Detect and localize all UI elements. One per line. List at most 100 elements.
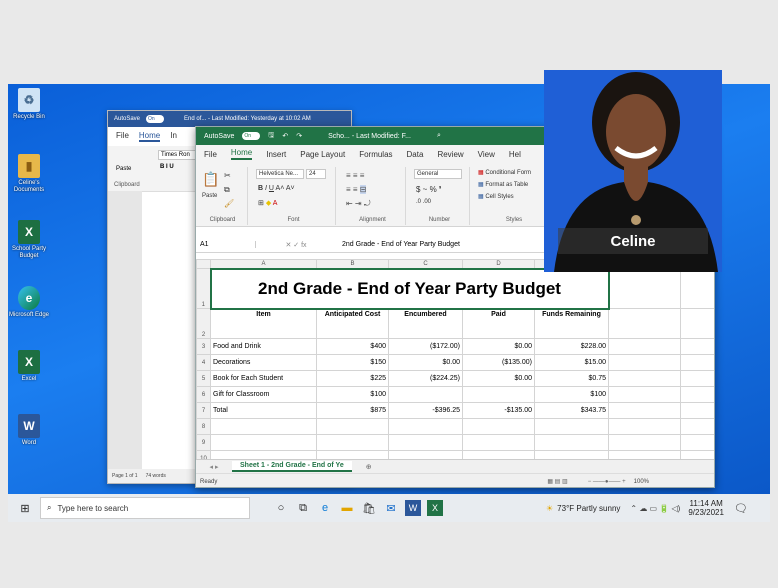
- autosave-toggle[interactable]: On: [146, 115, 165, 123]
- weather-text[interactable]: 73°F Partly sunny: [557, 504, 620, 513]
- header-anticipated-cost[interactable]: Anticipated Cost: [316, 308, 389, 339]
- sheet-tab-1[interactable]: Sheet 1 - 2nd Grade - End of Ye: [232, 461, 352, 472]
- menu-view[interactable]: View: [478, 150, 495, 159]
- align-buttons[interactable]: ≡ ≡ ≡: [346, 171, 364, 180]
- clock[interactable]: 11:14 AM 9/23/2021: [688, 499, 724, 517]
- cell-encumbered[interactable]: $0.00: [388, 354, 463, 371]
- cell-anticipated[interactable]: $225: [316, 370, 389, 387]
- cell[interactable]: [680, 386, 714, 403]
- edge-taskbar-icon[interactable]: e: [314, 497, 336, 519]
- header-paid[interactable]: Paid: [462, 308, 535, 339]
- row-header[interactable]: 1: [196, 268, 211, 309]
- redo-icon[interactable]: ↷: [296, 132, 302, 140]
- formula-buttons[interactable]: ✕ ✓ fx: [256, 241, 336, 249]
- menu-page-layout[interactable]: Page Layout: [300, 150, 345, 159]
- cell-paid[interactable]: $0.00: [462, 338, 535, 355]
- search-icon[interactable]: ⌕: [437, 132, 441, 140]
- cell[interactable]: [608, 418, 681, 435]
- row-header[interactable]: 3: [196, 338, 211, 355]
- cell-paid[interactable]: [462, 386, 535, 403]
- cell[interactable]: [608, 434, 681, 451]
- row-header[interactable]: 6: [196, 386, 211, 403]
- cut-icon[interactable]: ✂: [224, 171, 231, 180]
- excel-taskbar-icon[interactable]: X: [427, 500, 443, 516]
- cell[interactable]: [680, 434, 714, 451]
- cell[interactable]: [680, 268, 714, 309]
- cell[interactable]: [210, 418, 317, 435]
- task-view-icon[interactable]: ⧉: [292, 497, 314, 519]
- menu-data[interactable]: Data: [407, 150, 424, 159]
- name-box[interactable]: A1: [196, 241, 256, 248]
- spreadsheet-grid[interactable]: A B C D 1 2nd Grade - End of Year Party …: [196, 259, 714, 467]
- word-bold-button[interactable]: B I U: [160, 164, 174, 170]
- zoom-slider[interactable]: − ——●—— +: [588, 479, 626, 485]
- cell[interactable]: [608, 402, 681, 419]
- cell-encumbered[interactable]: -$396.25: [388, 402, 463, 419]
- cell[interactable]: [608, 268, 681, 309]
- word-menu-insert[interactable]: In: [170, 131, 177, 142]
- cell-anticipated[interactable]: $150: [316, 354, 389, 371]
- column-header-c[interactable]: C: [388, 259, 463, 269]
- header-funds-remaining[interactable]: Funds Remaining: [534, 308, 609, 339]
- cell-item[interactable]: Decorations: [210, 354, 317, 371]
- word-taskbar-icon[interactable]: W: [405, 500, 421, 516]
- system-tray-icons[interactable]: ⌃ ☁ ▭ 🔋 ◁): [630, 504, 680, 513]
- corner-cell[interactable]: [196, 259, 211, 269]
- notifications-icon[interactable]: 🗨: [730, 497, 752, 519]
- cell[interactable]: [608, 370, 681, 387]
- cell-item[interactable]: Total: [210, 402, 317, 419]
- conditional-formatting-button[interactable]: ▦ Conditional Form: [478, 169, 531, 176]
- copy-icon[interactable]: ⧉: [224, 185, 230, 195]
- menu-formulas[interactable]: Formulas: [359, 150, 392, 159]
- cell-remaining[interactable]: $100: [534, 386, 609, 403]
- cell[interactable]: [210, 434, 317, 451]
- cortana-icon[interactable]: ○: [270, 497, 292, 519]
- sheet-nav-arrows[interactable]: ◂ ▸: [196, 463, 232, 471]
- paste-icon[interactable]: 📋: [202, 171, 219, 188]
- cell-item[interactable]: Gift for Classroom: [210, 386, 317, 403]
- decimal-buttons[interactable]: .0 .00: [416, 199, 431, 205]
- menu-review[interactable]: Review: [437, 150, 463, 159]
- header-item[interactable]: Item: [210, 308, 317, 339]
- save-icon[interactable]: 🖫: [268, 131, 274, 142]
- cell[interactable]: [534, 434, 609, 451]
- cell[interactable]: [388, 418, 463, 435]
- column-header-a[interactable]: A: [210, 259, 317, 269]
- cell-remaining[interactable]: $228.00: [534, 338, 609, 355]
- file-explorer-icon[interactable]: ▬: [336, 497, 358, 519]
- cell-encumbered[interactable]: ($172.00): [388, 338, 463, 355]
- cell[interactable]: [534, 418, 609, 435]
- cell[interactable]: [608, 354, 681, 371]
- cell-anticipated[interactable]: $400: [316, 338, 389, 355]
- word-paste-button[interactable]: Paste: [116, 166, 131, 172]
- cell[interactable]: [316, 418, 389, 435]
- row-header[interactable]: 4: [196, 354, 211, 371]
- cell[interactable]: [388, 434, 463, 451]
- cell[interactable]: [608, 338, 681, 355]
- menu-home[interactable]: Home: [230, 148, 253, 160]
- cell[interactable]: [462, 434, 535, 451]
- menu-file[interactable]: File: [204, 150, 217, 159]
- word-menu-home[interactable]: Home: [138, 131, 161, 142]
- font-name-box[interactable]: Helvetica Ne...: [256, 169, 304, 179]
- cell[interactable]: [680, 370, 714, 387]
- cell[interactable]: [608, 386, 681, 403]
- word-font-box[interactable]: Times Ron: [158, 150, 198, 160]
- number-format-box[interactable]: General: [414, 169, 462, 179]
- word-menu-file[interactable]: File: [116, 131, 129, 142]
- desktop-icon-recycle-bin[interactable]: ♻ Recycle Bin: [8, 88, 50, 121]
- cell-remaining[interactable]: $15.00: [534, 354, 609, 371]
- align-center-buttons[interactable]: ≡ ≡ ⊟: [346, 185, 367, 194]
- row-header[interactable]: 9: [196, 434, 211, 451]
- cell-encumbered[interactable]: [388, 386, 463, 403]
- cell[interactable]: [680, 402, 714, 419]
- mail-icon[interactable]: ✉: [380, 497, 402, 519]
- taskbar-search-box[interactable]: ⌕ Type here to search: [40, 497, 250, 519]
- sheet-title-cell[interactable]: 2nd Grade - End of Year Party Budget: [209, 267, 610, 310]
- cell-remaining[interactable]: $343.75: [534, 402, 609, 419]
- row-header[interactable]: 2: [196, 308, 211, 339]
- cell[interactable]: [608, 308, 681, 339]
- column-header-b[interactable]: B: [316, 259, 389, 269]
- cell-item[interactable]: Book for Each Student: [210, 370, 317, 387]
- column-header-d[interactable]: D: [462, 259, 535, 269]
